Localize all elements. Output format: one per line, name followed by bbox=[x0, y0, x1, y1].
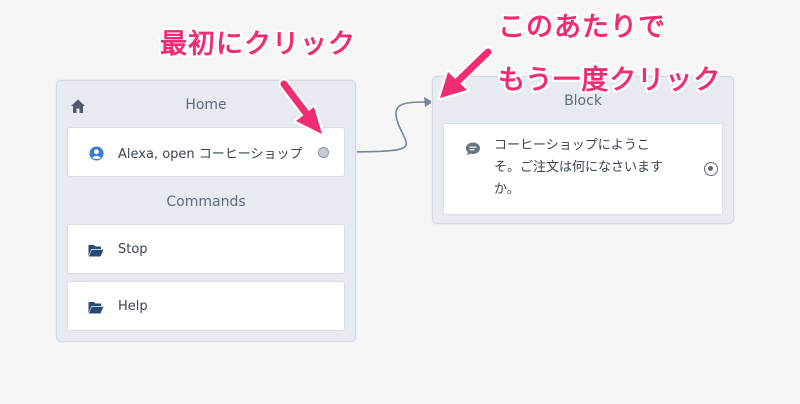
annotation-arrows bbox=[278, 46, 494, 137]
arrow-to-block-input bbox=[437, 46, 494, 101]
arrow-to-output-port bbox=[278, 78, 325, 137]
